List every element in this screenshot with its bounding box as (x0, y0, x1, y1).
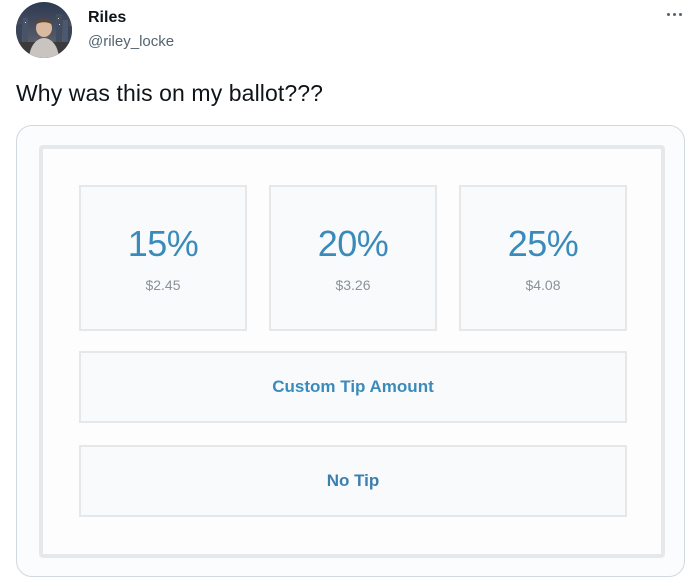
more-horizontal-icon-dot (672, 12, 676, 16)
tip-percent: 25% (507, 223, 579, 264)
tweet-media-image[interactable]: 15% $2.45 20% $3.26 25% $4.08 Custom Tip… (16, 125, 685, 577)
tip-amount: $3.26 (335, 277, 371, 293)
tweet-text: Why was this on my ballot??? (16, 80, 324, 106)
no-tip-button[interactable]: No Tip (79, 445, 627, 517)
tip-percent: 15% (127, 223, 199, 264)
avatar-image (16, 2, 72, 58)
more-horizontal-icon-dot (678, 12, 682, 16)
custom-tip-button[interactable]: Custom Tip Amount (79, 351, 627, 423)
user-display-name[interactable]: Riles (88, 9, 126, 27)
tip-amount: $4.08 (525, 277, 561, 293)
tip-percent: 20% (317, 223, 389, 264)
user-handle[interactable]: @riley_locke (88, 33, 174, 50)
avatar[interactable] (16, 2, 72, 58)
tip-amount: $2.45 (145, 277, 181, 293)
more-options-button[interactable] (662, 2, 686, 26)
tip-option-20[interactable]: 20% $3.26 (269, 185, 437, 331)
tweet: Riles @riley_locke Why was this on my ba… (0, 0, 700, 588)
more-horizontal-icon (666, 12, 670, 16)
tip-selection-panel: 15% $2.45 20% $3.26 25% $4.08 Custom Tip… (39, 145, 665, 558)
tip-option-25[interactable]: 25% $4.08 (459, 185, 627, 331)
tip-option-15[interactable]: 15% $2.45 (79, 185, 247, 331)
